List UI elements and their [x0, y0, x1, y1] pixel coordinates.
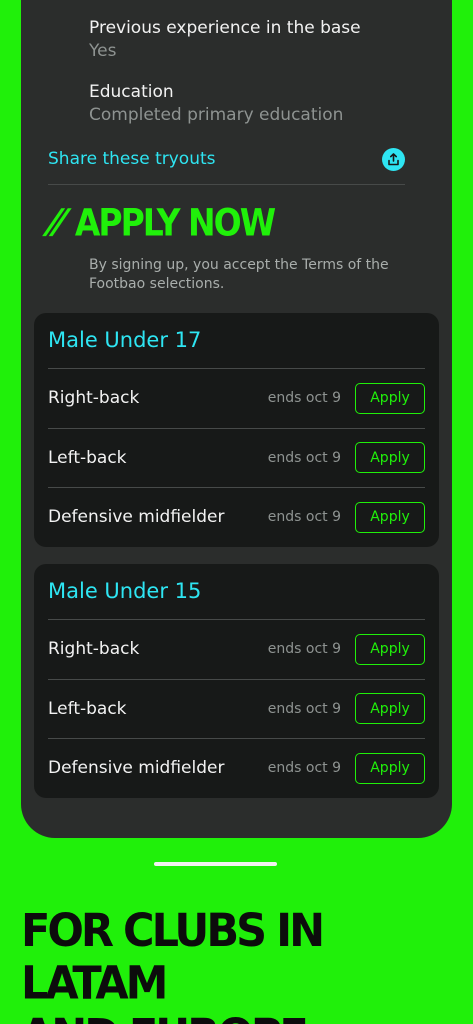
apply-now-title: APPLY NOW	[74, 200, 276, 244]
deadline-text: ends oct 9	[267, 641, 341, 658]
terms-text: By signing up, you accept the Terms of t…	[89, 257, 389, 292]
tagline-line-2: AND EUROPE	[21, 1010, 473, 1024]
experience-label: Previous experience in the base	[89, 18, 361, 38]
slashes-decoration: //	[44, 202, 65, 242]
apply-now-heading: // APPLY NOW	[44, 200, 276, 244]
position-row: Defensive midfielder ends oct 9 Apply	[48, 738, 425, 798]
apply-button[interactable]: Apply	[355, 501, 425, 533]
position-row: Defensive midfielder ends oct 9 Apply	[48, 487, 425, 547]
category-card-under-15: Male Under 15 Right-back ends oct 9 Appl…	[34, 564, 439, 798]
apply-button[interactable]: Apply	[355, 442, 425, 474]
position-row: Right-back ends oct 9 Apply	[48, 619, 425, 679]
position-name: Right-back	[48, 639, 140, 660]
divider	[48, 184, 405, 185]
position-row: Right-back ends oct 9 Apply	[48, 368, 425, 428]
deadline-text: ends oct 9	[267, 760, 341, 777]
apply-button[interactable]: Apply	[355, 693, 425, 725]
position-name: Left-back	[48, 447, 127, 468]
deadline-text: ends oct 9	[267, 509, 341, 526]
experience-info: Previous experience in the base Yes	[89, 17, 361, 62]
education-value: Completed primary education	[89, 105, 344, 125]
share-label: Share these tryouts	[48, 149, 216, 169]
deadline-text: ends oct 9	[267, 700, 341, 717]
tagline-line-1: FOR CLUBS IN LATAM	[21, 905, 325, 1010]
experience-value: Yes	[89, 41, 117, 61]
home-indicator[interactable]	[154, 862, 277, 866]
position-row: Left-back ends oct 9 Apply	[48, 427, 425, 488]
apply-button[interactable]: Apply	[355, 382, 425, 414]
education-label: Education	[89, 82, 174, 102]
phone-screen: Previous experience in the base Yes Educ…	[21, 0, 452, 838]
category-title: Male Under 17	[48, 328, 202, 352]
position-name: Defensive midfielder	[48, 507, 225, 528]
category-title: Male Under 15	[48, 579, 202, 603]
deadline-text: ends oct 9	[267, 449, 341, 466]
position-name: Left-back	[48, 698, 127, 719]
share-upload-icon[interactable]	[382, 147, 405, 171]
position-row: Left-back ends oct 9 Apply	[48, 678, 425, 739]
position-name: Right-back	[48, 388, 140, 409]
promo-tagline: FOR CLUBS IN LATAM AND EUROPE	[21, 905, 473, 1024]
apply-button[interactable]: Apply	[355, 633, 425, 665]
position-name: Defensive midfielder	[48, 758, 225, 779]
education-info: Education Completed primary education	[89, 81, 343, 126]
share-tryouts-link[interactable]: Share these tryouts	[48, 142, 405, 176]
deadline-text: ends oct 9	[267, 390, 341, 407]
apply-button[interactable]: Apply	[355, 752, 425, 784]
category-card-under-17: Male Under 17 Right-back ends oct 9 Appl…	[34, 313, 439, 547]
